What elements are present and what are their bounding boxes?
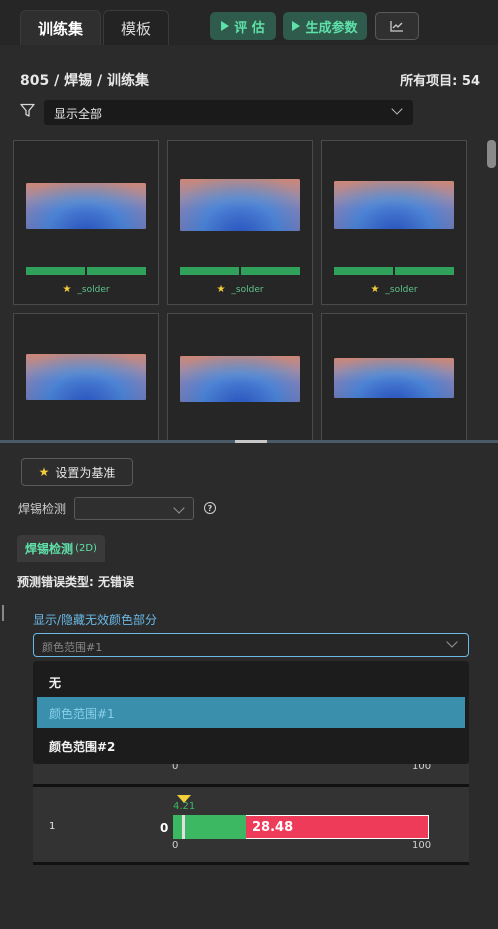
set-baseline-button[interactable]: ★ 设置为基准: [21, 458, 133, 486]
color-range-select[interactable]: 颜色范围#1: [33, 633, 469, 657]
color-range-dropdown: 无 颜色范围#1 颜色范围#2: [33, 661, 469, 764]
card-label: ★ _solder: [216, 284, 264, 295]
axis-min-label: 0: [172, 840, 179, 851]
card-label: ★ _solder: [62, 284, 110, 295]
red-bar-value: 28.48: [252, 820, 294, 835]
filter-select-value: 显示全部: [54, 107, 103, 121]
filter-select[interactable]: 显示全部: [44, 100, 413, 125]
predicted-error-type: 预测错误类型: 无错误: [17, 575, 134, 589]
play-icon: [221, 21, 230, 31]
tab-training-set[interactable]: 训练集: [20, 10, 101, 45]
threshold-marker[interactable]: [182, 815, 185, 839]
dropdown-option-color-range-2[interactable]: 颜色范围#2: [37, 730, 465, 761]
solder-thumbnail: [26, 183, 146, 229]
status-bar: [87, 267, 146, 275]
solder-thumbnail: [180, 179, 300, 231]
chevron-down-icon: [173, 502, 185, 514]
breadcrumb: 805 / 焊锡 / 训练集: [20, 73, 149, 89]
row-left-value: 0: [160, 821, 169, 835]
tab-template[interactable]: 模板: [103, 10, 169, 45]
evaluate-button[interactable]: 评 估: [210, 12, 276, 40]
solder-detect-label: 焊锡检测: [18, 502, 67, 516]
image-card[interactable]: [13, 313, 159, 440]
chevron-down-icon: [391, 103, 403, 115]
solder-thumbnail: [180, 356, 300, 402]
evaluate-label: 评 估: [234, 20, 265, 36]
card-label: ★ _solder: [370, 284, 418, 295]
toggle-invalid-color-link[interactable]: 显示/隐藏无效颜色部分: [33, 611, 157, 628]
solder-thumbnail: [334, 181, 454, 229]
chevron-down-icon: [446, 636, 458, 648]
grid-scrollbar[interactable]: [487, 140, 496, 168]
image-card[interactable]: ★ _solder: [13, 140, 159, 305]
row-index: 1: [49, 821, 56, 832]
image-card[interactable]: [321, 313, 467, 440]
dropdown-option-color-range-1[interactable]: 颜色范围#1: [37, 697, 465, 728]
set-baseline-label: 设置为基准: [55, 465, 116, 480]
subtab-label: 焊锡检测: [25, 542, 74, 556]
subtab-suffix: (2D): [75, 543, 97, 554]
generate-params-button[interactable]: 生成参数: [283, 12, 367, 40]
image-grid: ★ _solder ★ _solder ★ _solder: [0, 134, 498, 440]
dropdown-option-none[interactable]: 无: [37, 666, 465, 697]
chart-button[interactable]: [375, 12, 419, 40]
axis-max-label: 100: [412, 840, 432, 851]
star-icon: ★: [370, 284, 380, 295]
star-icon: ★: [38, 465, 50, 479]
row-divider: [33, 862, 469, 865]
chart-icon: [390, 21, 403, 32]
generate-params-label: 生成参数: [305, 20, 358, 36]
total-items: 所有项目: 54: [400, 74, 480, 89]
status-bar: [180, 267, 239, 275]
status-bar: [334, 267, 393, 275]
left-edge-marker: [2, 605, 4, 621]
help-icon[interactable]: ?: [204, 502, 216, 514]
play-icon: [292, 21, 301, 31]
image-card[interactable]: ★ _solder: [321, 140, 467, 305]
color-range-value: 颜色范围#1: [42, 641, 103, 654]
solder-detect-select[interactable]: [74, 497, 194, 520]
solder-thumbnail: [334, 358, 454, 398]
status-bar: [241, 267, 300, 275]
image-card[interactable]: [167, 313, 313, 440]
status-bar: [395, 267, 454, 275]
solder-thumbnail: [26, 354, 146, 400]
splitter-handle[interactable]: [235, 440, 267, 443]
star-icon: ★: [216, 284, 226, 295]
status-bar: [26, 267, 85, 275]
filter-icon[interactable]: [20, 103, 35, 118]
threshold-value: 4.21: [173, 801, 196, 812]
star-icon: ★: [62, 284, 72, 295]
tab-solder-detect-2d[interactable]: 焊锡检测 (2D): [17, 535, 105, 562]
image-card[interactable]: ★ _solder: [167, 140, 313, 305]
chart-row: [33, 764, 469, 784]
red-bar: 28.48: [246, 815, 429, 839]
